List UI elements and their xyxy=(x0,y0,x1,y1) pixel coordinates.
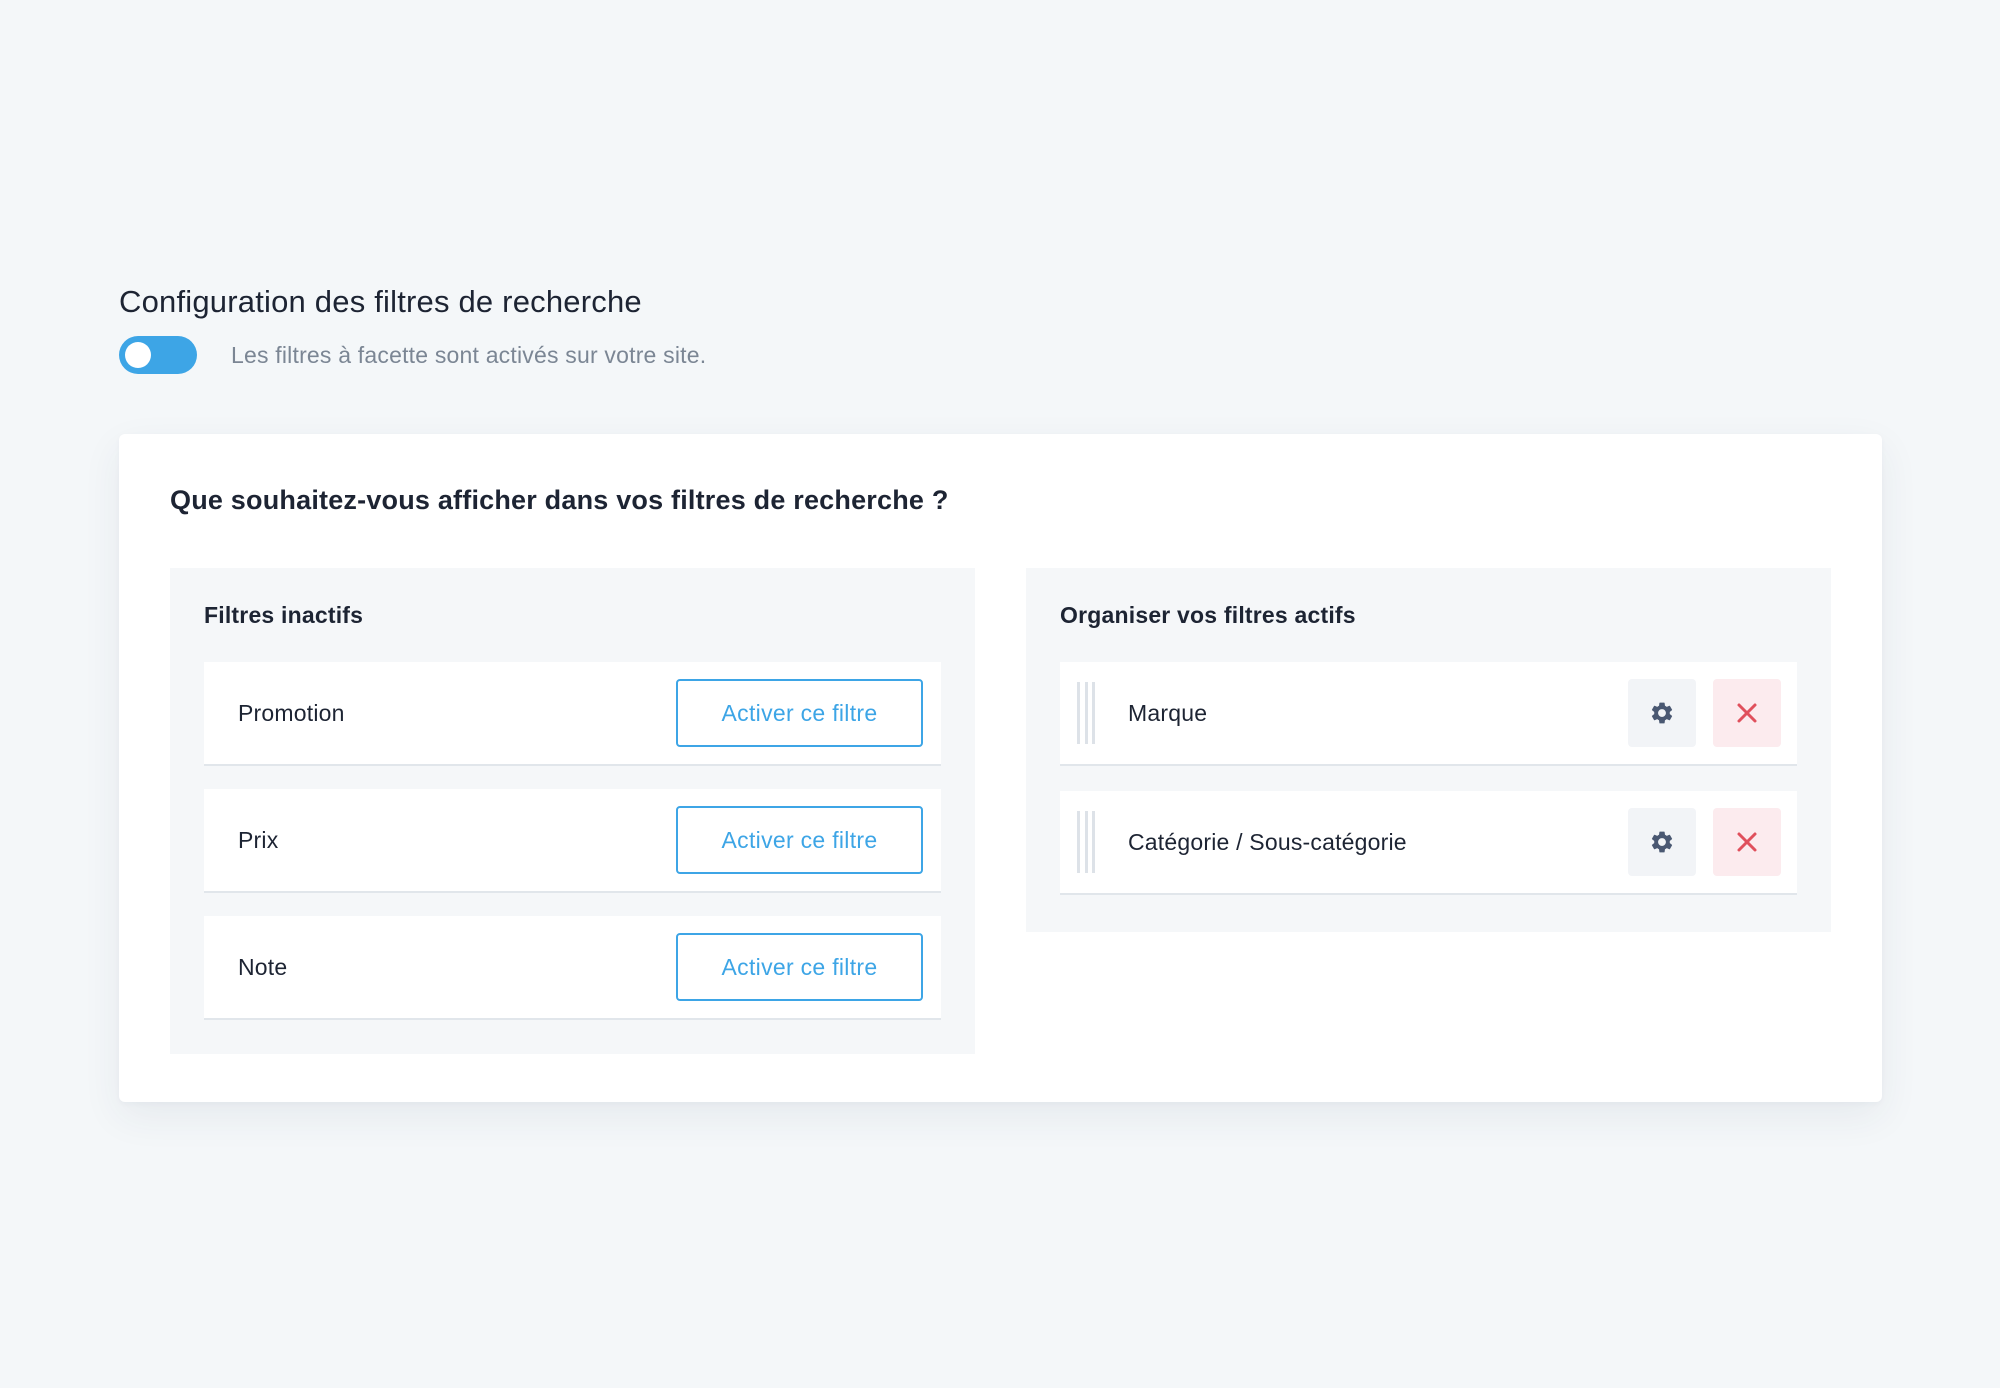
remove-filter-button[interactable] xyxy=(1713,808,1781,876)
activate-filter-button[interactable]: Activer ce filtre xyxy=(676,933,923,1001)
filters-config-card: Que souhaitez-vous afficher dans vos fil… xyxy=(119,434,1882,1102)
filter-settings-button[interactable] xyxy=(1628,679,1696,747)
remove-filter-button[interactable] xyxy=(1713,679,1781,747)
drag-handle-icon[interactable] xyxy=(1077,811,1095,873)
toggle-knob xyxy=(125,342,151,368)
active-filter-row: Marque xyxy=(1060,662,1797,766)
inactive-filters-panel: Filtres inactifs Promotion Activer ce fi… xyxy=(170,568,975,1054)
active-filter-label: Marque xyxy=(1128,700,1208,726)
card-title: Que souhaitez-vous afficher dans vos fil… xyxy=(170,485,949,515)
drag-handle-icon[interactable] xyxy=(1077,682,1095,744)
facet-toggle-label: Les filtres à facette sont activés sur v… xyxy=(231,341,707,368)
close-icon xyxy=(1737,832,1757,852)
inactive-filter-label: Prix xyxy=(238,827,279,853)
active-filter-row: Catégorie / Sous-catégorie xyxy=(1060,791,1797,895)
facet-toggle-row: Les filtres à facette sont activés sur v… xyxy=(119,336,706,374)
active-filter-label: Catégorie / Sous-catégorie xyxy=(1128,829,1407,855)
gear-icon xyxy=(1651,831,1673,853)
inactive-filter-label: Promotion xyxy=(238,700,345,726)
inactive-filter-row: Note Activer ce filtre xyxy=(204,916,941,1020)
facet-filters-toggle[interactable] xyxy=(119,336,197,374)
inactive-filter-row: Prix Activer ce filtre xyxy=(204,789,941,893)
inactive-filter-label: Note xyxy=(238,954,288,980)
filter-settings-button[interactable] xyxy=(1628,808,1696,876)
close-icon xyxy=(1737,703,1757,723)
page-title: Configuration des filtres de recherche xyxy=(119,284,642,319)
inactive-filters-title: Filtres inactifs xyxy=(204,602,364,628)
active-filters-title: Organiser vos filtres actifs xyxy=(1060,602,1356,628)
active-filters-panel: Organiser vos filtres actifs Marque Caté… xyxy=(1026,568,1831,932)
gear-icon xyxy=(1651,702,1673,724)
activate-filter-button[interactable]: Activer ce filtre xyxy=(676,679,923,747)
activate-filter-button[interactable]: Activer ce filtre xyxy=(676,806,923,874)
page-header: Configuration des filtres de recherche L… xyxy=(119,284,706,374)
inactive-filter-row: Promotion Activer ce filtre xyxy=(204,662,941,766)
